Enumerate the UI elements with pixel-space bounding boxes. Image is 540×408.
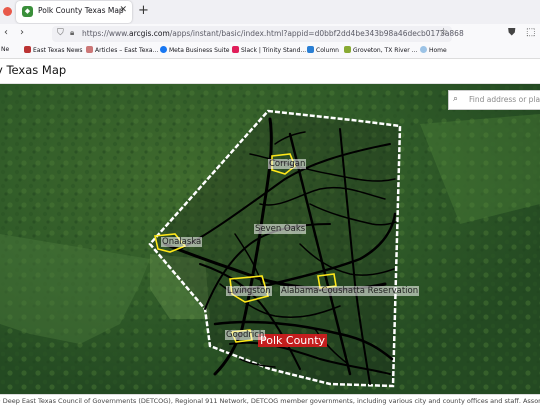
forward-icon[interactable]: › (20, 27, 24, 38)
close-icon[interactable]: ✕ (119, 5, 127, 15)
map-view[interactable]: ⌕ Find address or place Corrigan Seven O… (0, 84, 540, 394)
place-label-alabama-coushatta: Alabama-Coushatta Reservation (280, 286, 420, 296)
bookmark-item[interactable]: Groveton, TX River ... (344, 46, 417, 54)
bookmark-icon (24, 46, 31, 53)
cloud-icon (420, 46, 427, 53)
pocket-icon[interactable]: ⛊ (508, 27, 516, 38)
tab-strip: ◆ Polk County Texas Map ✕ + (0, 0, 540, 24)
bookmark-icon (344, 46, 351, 53)
bookmark-icon (307, 46, 314, 53)
slack-icon (232, 46, 239, 53)
star-icon[interactable]: ☆ (439, 27, 448, 38)
place-label-seven-oaks: Seven Oaks (254, 224, 307, 234)
app-title: y Texas Map (0, 63, 67, 77)
bookmarks-bar: Ne East Texas News Articles – East Texa.… (0, 44, 540, 59)
new-tab-icon[interactable]: + (138, 3, 149, 18)
back-icon[interactable]: ‹ (4, 27, 8, 38)
place-label-onalaska: Onalaska (161, 237, 203, 247)
browser-menu-icon[interactable] (3, 7, 12, 16)
bookmark-icon (86, 46, 93, 53)
satellite-map (0, 84, 540, 394)
search-placeholder: Find address or place (469, 95, 540, 104)
bookmark-item[interactable]: Home (420, 46, 447, 54)
tab-polk-county-map[interactable]: ◆ Polk County Texas Map ✕ (16, 1, 132, 23)
place-label-corrigan: Corrigan (268, 159, 307, 169)
bookmark-item[interactable]: Column (307, 46, 339, 54)
bookmark-item[interactable]: Meta Business Suite (160, 46, 230, 54)
map-icon: ◆ (22, 6, 33, 17)
meta-icon (160, 46, 167, 53)
place-label-livingston: Livingston (226, 286, 272, 296)
lock-icon[interactable]: 🔒︎ (70, 28, 74, 38)
app-header: y Texas Map (0, 59, 540, 84)
tab-title: Polk County Texas Map (38, 6, 124, 15)
extensions-icon[interactable]: ⬚ (526, 27, 535, 38)
address-bar[interactable]: ⛉ 🔒︎ https://www.arcgis.com/apps/instant… (52, 26, 464, 42)
bookmark-item[interactable]: Slack | Trinity Stand... (232, 46, 306, 54)
attribution-text: p) Deep East Texas Council of Government… (0, 397, 540, 405)
bookmark-item[interactable]: Articles – East Texa... (86, 46, 158, 54)
shield-icon[interactable]: ⛉ (57, 28, 64, 38)
url-text: https://www.arcgis.com/apps/instant/basi… (82, 29, 464, 38)
address-search-box[interactable]: ⌕ Find address or place (448, 90, 540, 110)
place-label-goodrich: Goodrich (225, 330, 266, 340)
bookmark-item[interactable]: Ne (1, 46, 9, 53)
search-icon: ⌕ (453, 94, 459, 104)
bookmark-item[interactable]: East Texas News (24, 46, 83, 54)
navigation-bar: ‹ › ⛉ 🔒︎ https://www.arcgis.com/apps/ins… (0, 24, 540, 44)
attribution-bar: p) Deep East Texas Council of Government… (0, 394, 540, 408)
county-label: Polk County (258, 334, 328, 347)
